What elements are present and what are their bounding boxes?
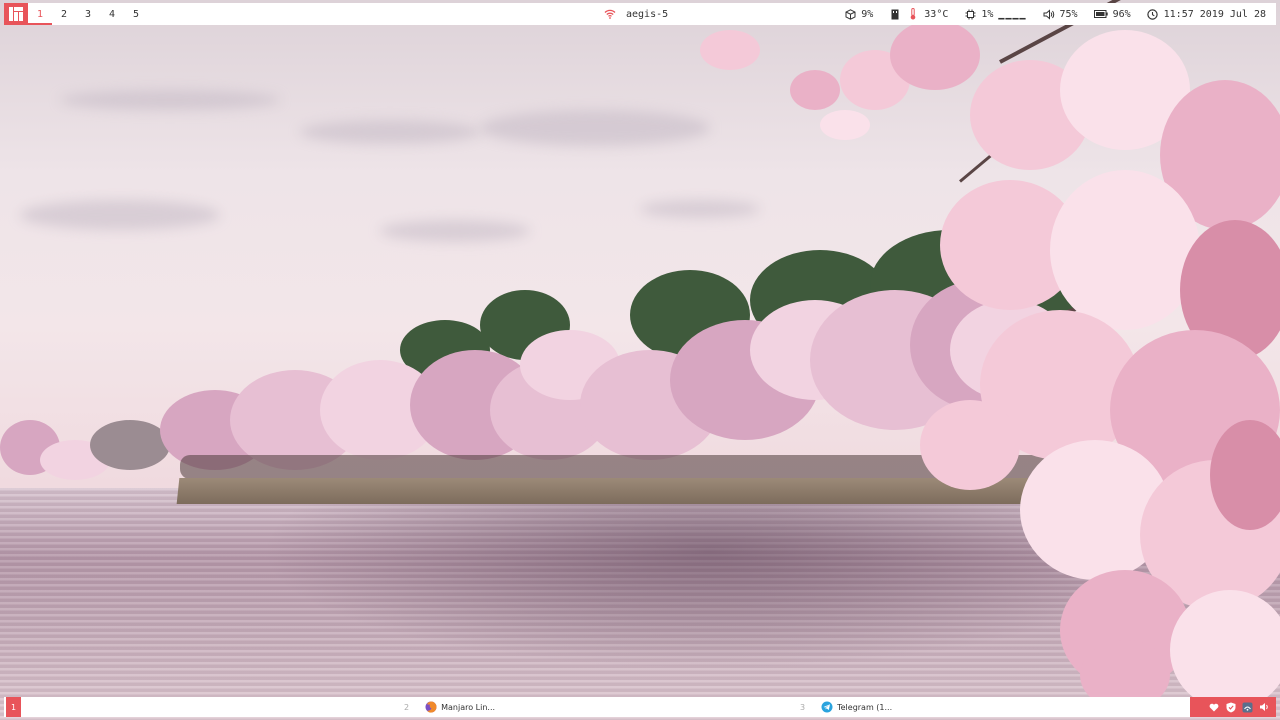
workspace-3[interactable]: 3 xyxy=(76,3,100,25)
telegram-icon xyxy=(821,701,833,713)
cpu-module[interactable]: 9% xyxy=(844,8,873,20)
task-label: Telegram (1... xyxy=(837,702,893,712)
heart-icon[interactable] xyxy=(1208,702,1219,713)
task-firefox[interactable]: 2 Manjaro Lin... xyxy=(404,697,495,717)
speaker-icon xyxy=(1043,8,1055,20)
clock-module[interactable]: 11:57 2019 Jul 28 xyxy=(1147,8,1266,20)
taskbar-workspace-1[interactable]: 1 xyxy=(6,697,21,717)
workspace-1[interactable]: 1 xyxy=(28,3,52,25)
clock-icon xyxy=(1147,8,1159,20)
memory-icon xyxy=(889,8,901,20)
shield-icon[interactable] xyxy=(1225,702,1236,713)
clock-value: 11:57 2019 Jul 28 xyxy=(1163,8,1266,20)
cpu-value: 9% xyxy=(861,8,874,20)
workspace-2[interactable]: 2 xyxy=(52,3,76,25)
cloud xyxy=(60,90,280,110)
battery-icon xyxy=(1093,8,1108,20)
task-telegram[interactable]: 3 Telegram (1... xyxy=(800,697,892,717)
speaker-icon[interactable] xyxy=(1259,702,1270,713)
task-number: 2 xyxy=(404,702,410,712)
cloud xyxy=(480,110,710,146)
network-name: aegis-5 xyxy=(626,8,669,20)
battery-module[interactable]: 96% xyxy=(1093,8,1131,20)
temperature-module[interactable]: 33°C xyxy=(907,8,948,20)
thermometer-icon xyxy=(907,8,919,20)
network-icon[interactable] xyxy=(1242,702,1253,713)
volume-module[interactable]: 75% xyxy=(1043,8,1078,20)
workspace-4[interactable]: 4 xyxy=(100,3,124,25)
temperature-value: 33°C xyxy=(924,8,949,20)
wifi-icon xyxy=(604,8,616,20)
volume-value: 75% xyxy=(1059,8,1078,20)
memory-module[interactable]: 1% ▁▁▁▁ xyxy=(964,8,1026,20)
task-label: Manjaro Lin... xyxy=(441,702,496,712)
cloud xyxy=(300,120,480,144)
workspace-5[interactable]: 5 xyxy=(124,3,148,25)
desktop-wallpaper xyxy=(0,0,1280,720)
bottom-taskbar: 1 2 Manjaro Lin... 3 Telegram (1... xyxy=(4,697,1276,717)
disk-usage-bars: ▁▁▁▁ xyxy=(998,8,1027,20)
cherry-blossom-branches xyxy=(700,0,1280,710)
memory-chip-module[interactable] xyxy=(889,8,901,20)
task-number: 3 xyxy=(800,702,806,712)
memory-value: 1% xyxy=(981,8,994,20)
cloud xyxy=(640,200,760,218)
firefox-icon xyxy=(425,701,437,713)
top-status-bar: 1 2 3 4 5 aegis-5 9% 33°C 1% ▁▁▁▁ 75% 96… xyxy=(4,3,1276,25)
system-status-modules: 9% 33°C 1% ▁▁▁▁ 75% 96% 11:57 2019 Jul 2… xyxy=(834,3,1266,25)
manjaro-logo-icon[interactable] xyxy=(4,3,28,25)
chip-icon xyxy=(964,8,976,20)
system-tray xyxy=(1190,697,1276,717)
battery-value: 96% xyxy=(1112,8,1131,20)
cube-icon xyxy=(844,8,856,20)
network-module[interactable]: aegis-5 xyxy=(604,3,668,25)
